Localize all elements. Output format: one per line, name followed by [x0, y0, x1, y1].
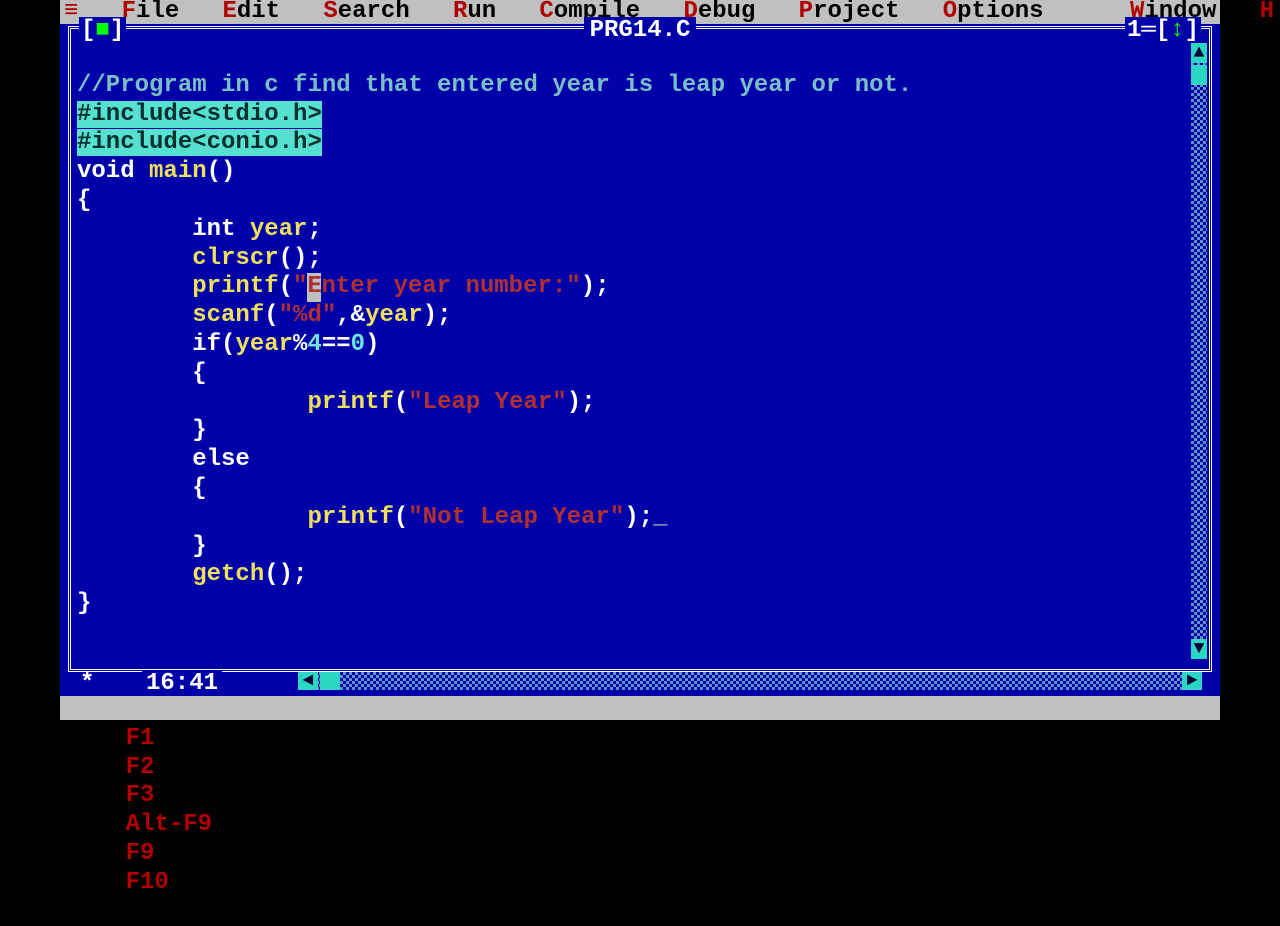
- modified-indicator: *: [80, 670, 94, 699]
- menu-help[interactable]: Help: [1260, 0, 1280, 26]
- scroll-thumb[interactable]: [320, 672, 340, 690]
- editor-frame: [■] PRG14.C 1═[↕] //Program in c find th…: [68, 26, 1212, 672]
- hint-save[interactable]: F2 Save: [126, 754, 227, 781]
- code-line: }: [77, 533, 207, 560]
- menu-options[interactable]: Options: [943, 0, 1044, 26]
- horizontal-scrollbar[interactable]: ◄ ►: [298, 672, 1202, 690]
- code-line: {: [77, 360, 207, 387]
- status-bar: F1 Help F2 Save F3 Open Alt-F9 Compile F…: [60, 696, 1220, 720]
- code-line: }: [77, 417, 207, 444]
- menu-debug[interactable]: Debug: [683, 0, 755, 26]
- menu-window[interactable]: Window: [1130, 0, 1216, 26]
- menu-run[interactable]: Run: [453, 0, 496, 26]
- code-editor[interactable]: //Program in c find that entered year is…: [77, 43, 1189, 663]
- menu-search[interactable]: Search: [323, 0, 409, 26]
- scroll-thumb[interactable]: [1191, 65, 1207, 85]
- hint-make[interactable]: F9 Make: [126, 840, 227, 867]
- scroll-down-icon[interactable]: ▼: [1191, 639, 1207, 659]
- code-line: {: [77, 187, 91, 214]
- menu-edit[interactable]: Edit: [222, 0, 280, 26]
- hint-open[interactable]: F3 Open: [126, 782, 227, 809]
- code-line: getch();: [77, 561, 307, 588]
- code-line: #include<conio.h>: [77, 129, 322, 156]
- text-cursor: E: [307, 273, 321, 302]
- cursor-position: 16:41: [142, 670, 222, 699]
- code-line: clrscr();: [77, 245, 322, 272]
- hint-help[interactable]: F1 Help: [126, 725, 227, 752]
- menu-project[interactable]: Project: [799, 0, 900, 26]
- hint-compile[interactable]: Alt-F9 Compile: [126, 811, 328, 838]
- code-line: printf("Leap Year");: [77, 389, 596, 416]
- menu-compile[interactable]: Compile: [539, 0, 640, 26]
- code-line: else: [77, 446, 250, 473]
- code-line: //Program in c find that entered year is…: [77, 72, 912, 99]
- menu-bar[interactable]: ≡ File Edit Search Run Compile Debug Pro…: [60, 0, 1220, 24]
- code-line: printf("Enter year number:");: [77, 273, 610, 300]
- code-line: }: [77, 590, 91, 617]
- code-line: printf("Not Leap Year");_: [77, 504, 668, 531]
- scroll-left-icon[interactable]: ◄: [298, 672, 318, 690]
- scroll-up-icon[interactable]: ▲: [1191, 43, 1207, 63]
- vertical-scrollbar[interactable]: ▲ ▼: [1191, 43, 1207, 659]
- code-line: if(year%4==0): [77, 331, 379, 358]
- code-line: scanf("%d",&year);: [77, 302, 452, 329]
- code-line: int year;: [77, 216, 322, 243]
- editor-footer: * 16:41 ◄ ►: [68, 672, 1212, 694]
- code-line: #include<stdio.h>: [77, 101, 322, 128]
- code-line: void main(): [77, 158, 235, 185]
- hint-menu[interactable]: F10 Menu: [126, 869, 241, 896]
- menu-file[interactable]: File: [122, 0, 180, 26]
- code-line: {: [77, 475, 207, 502]
- editor-window: [■] PRG14.C 1═[↕] //Program in c find th…: [60, 24, 1220, 696]
- system-menu-icon[interactable]: ≡: [64, 0, 78, 26]
- scroll-right-icon[interactable]: ►: [1182, 672, 1202, 690]
